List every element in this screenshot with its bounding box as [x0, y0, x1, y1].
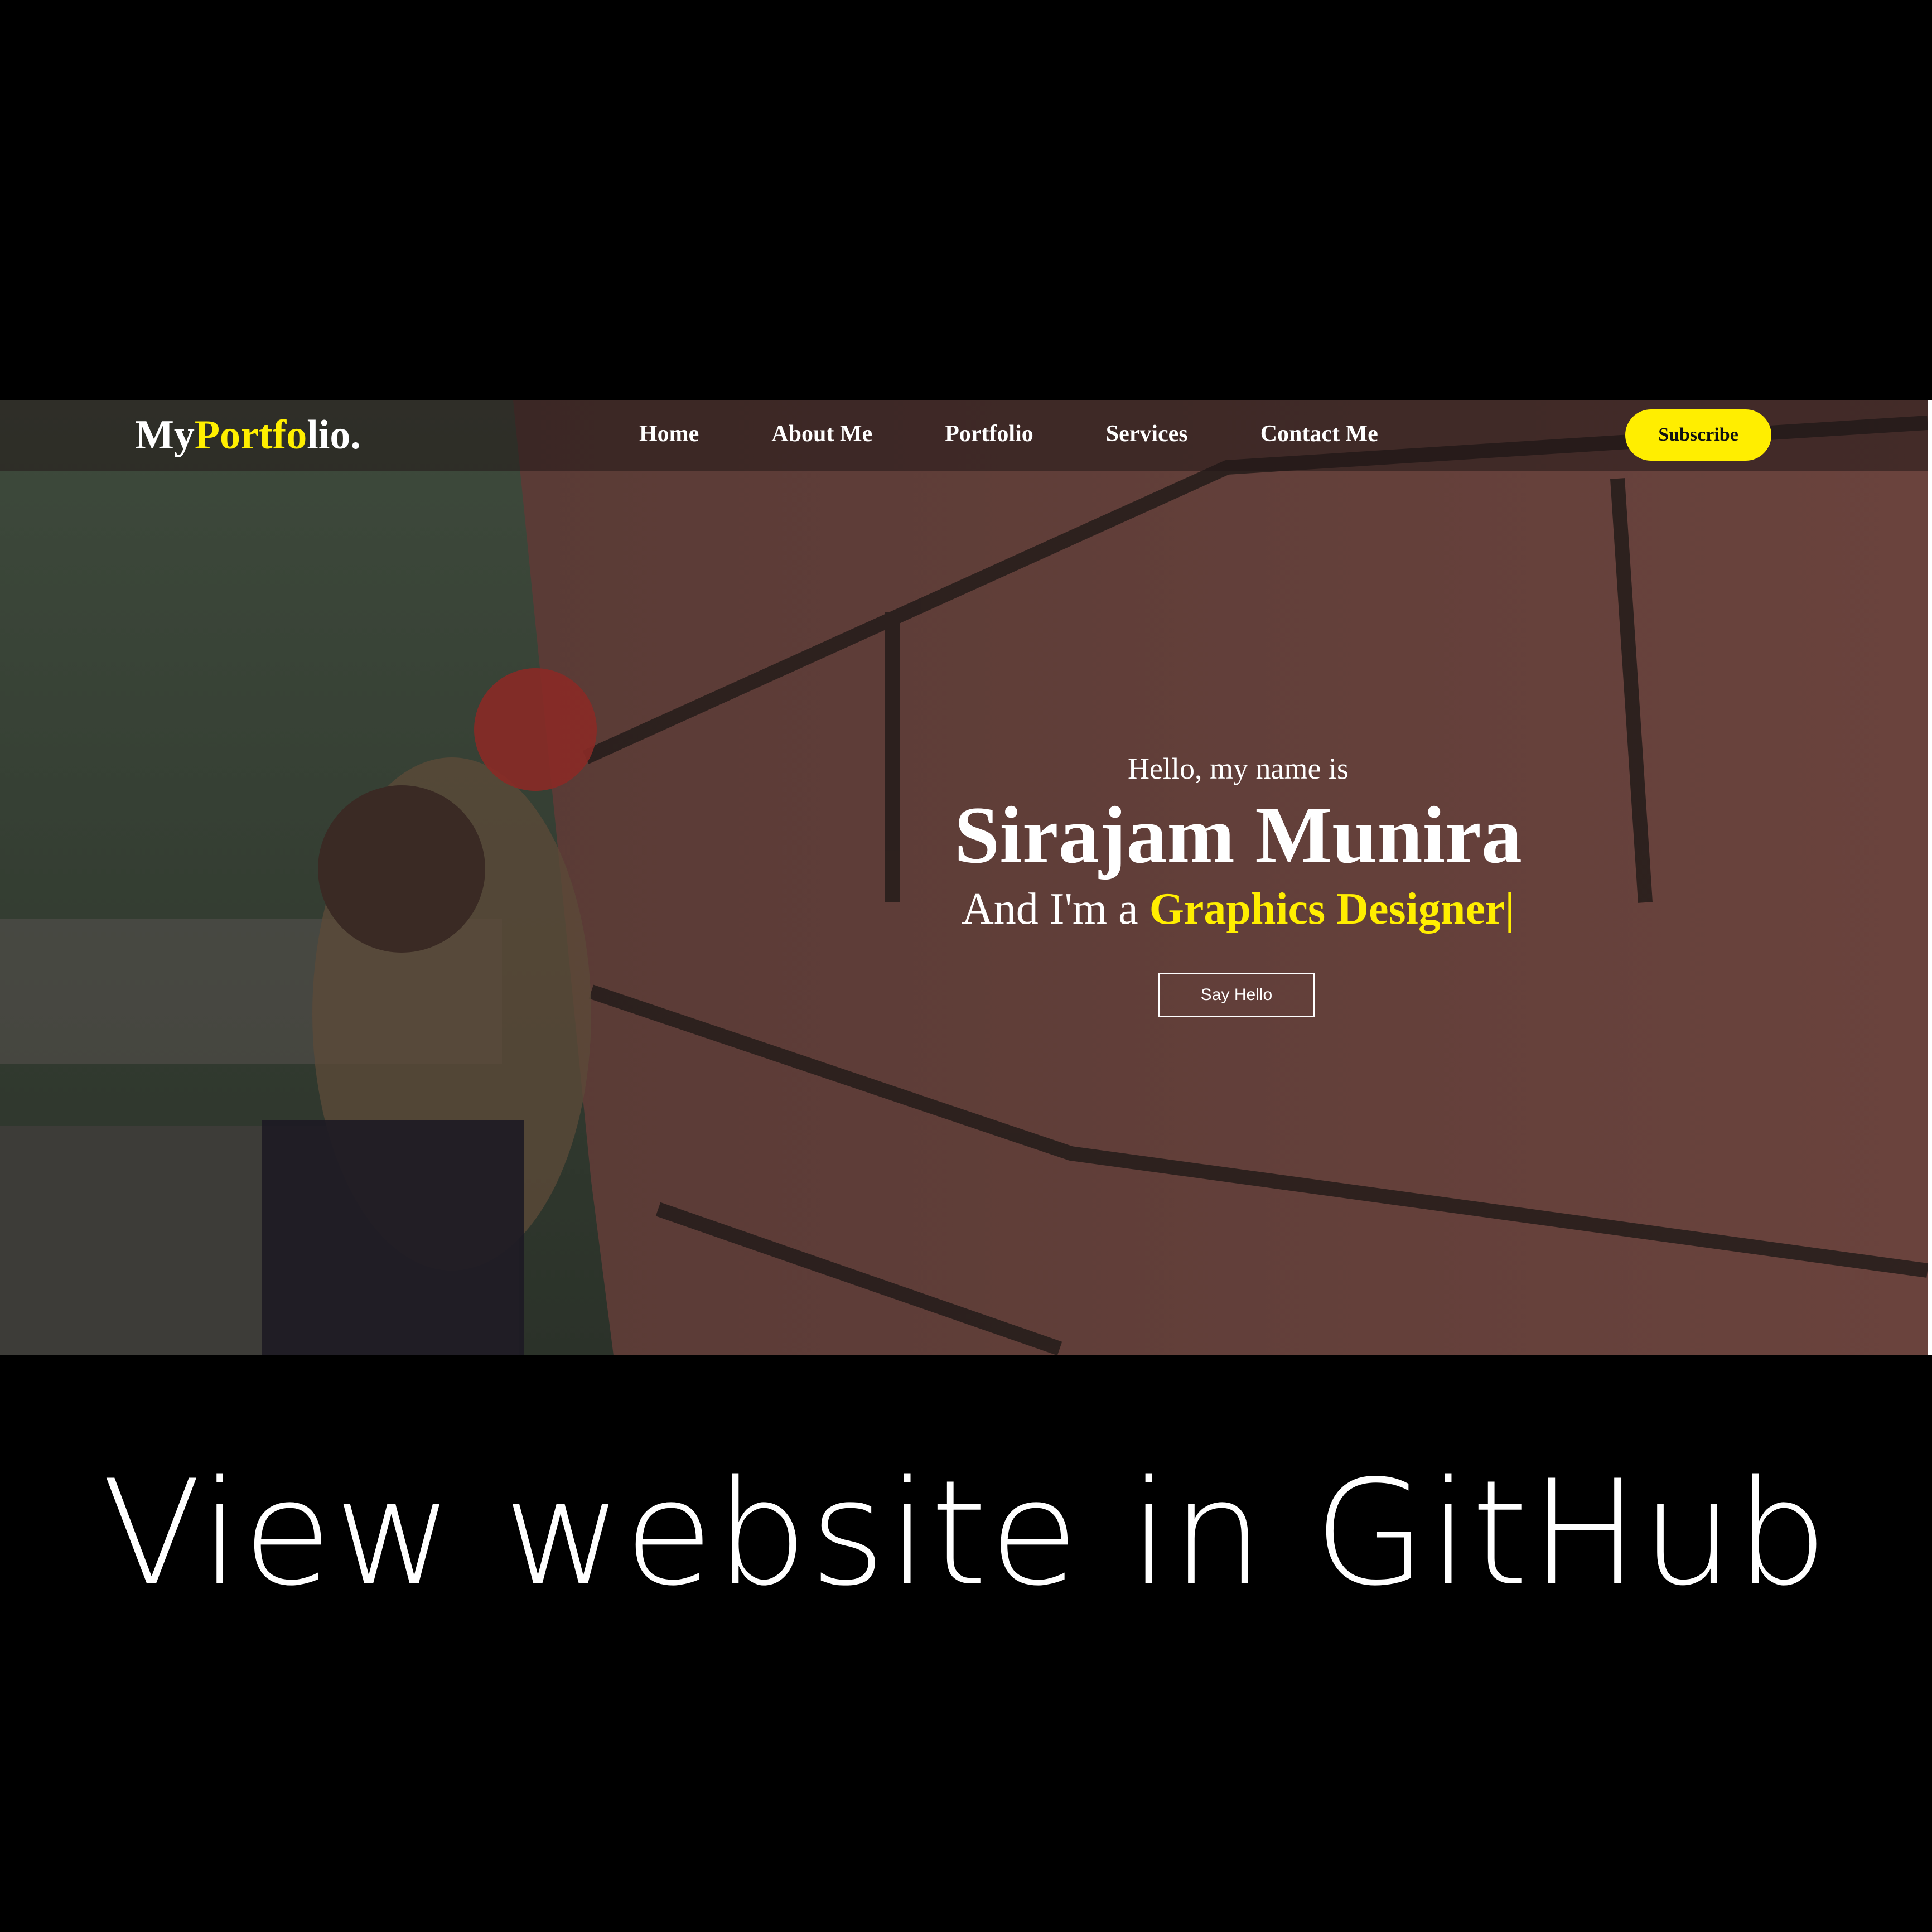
brand-accent: Portfo	[194, 412, 307, 458]
role-prefix: And I'm a	[962, 885, 1149, 934]
role-line: And I'm a Graphics Designer|	[770, 883, 1707, 935]
website-screenshot: MyPortfolio. Home About Me Portfolio Ser…	[0, 400, 1928, 1355]
typing-cursor: |	[1505, 885, 1515, 934]
navbar: MyPortfolio. Home About Me Portfolio Ser…	[0, 400, 1928, 471]
role-title: Graphics Designer	[1149, 885, 1505, 934]
nav-portfolio[interactable]: Portfolio	[945, 421, 1033, 447]
nav-about-me[interactable]: About Me	[771, 421, 872, 447]
nav-links: Home About Me Portfolio Services Contact…	[639, 421, 1378, 447]
brand-suffix: lio.	[307, 412, 361, 458]
github-caption: View website in GitHub	[102, 1450, 1830, 1618]
greeting-text: Hello, my name is	[1128, 752, 1349, 785]
nav-contact-me[interactable]: Contact Me	[1260, 421, 1378, 447]
hero-intro: Hello, my name is Sirajam Munira And I'm…	[770, 751, 1707, 935]
subscribe-button[interactable]: Subscribe	[1625, 409, 1771, 461]
nav-services[interactable]: Services	[1106, 421, 1188, 447]
brand-prefix: My	[135, 412, 195, 458]
brand-logo[interactable]: MyPortfolio.	[135, 413, 361, 457]
say-hello-button[interactable]: Say Hello	[1158, 973, 1315, 1017]
nav-home[interactable]: Home	[639, 421, 699, 447]
screenshot-edge	[1928, 400, 1932, 1355]
hero-name: Sirajam Munira	[954, 790, 1522, 880]
